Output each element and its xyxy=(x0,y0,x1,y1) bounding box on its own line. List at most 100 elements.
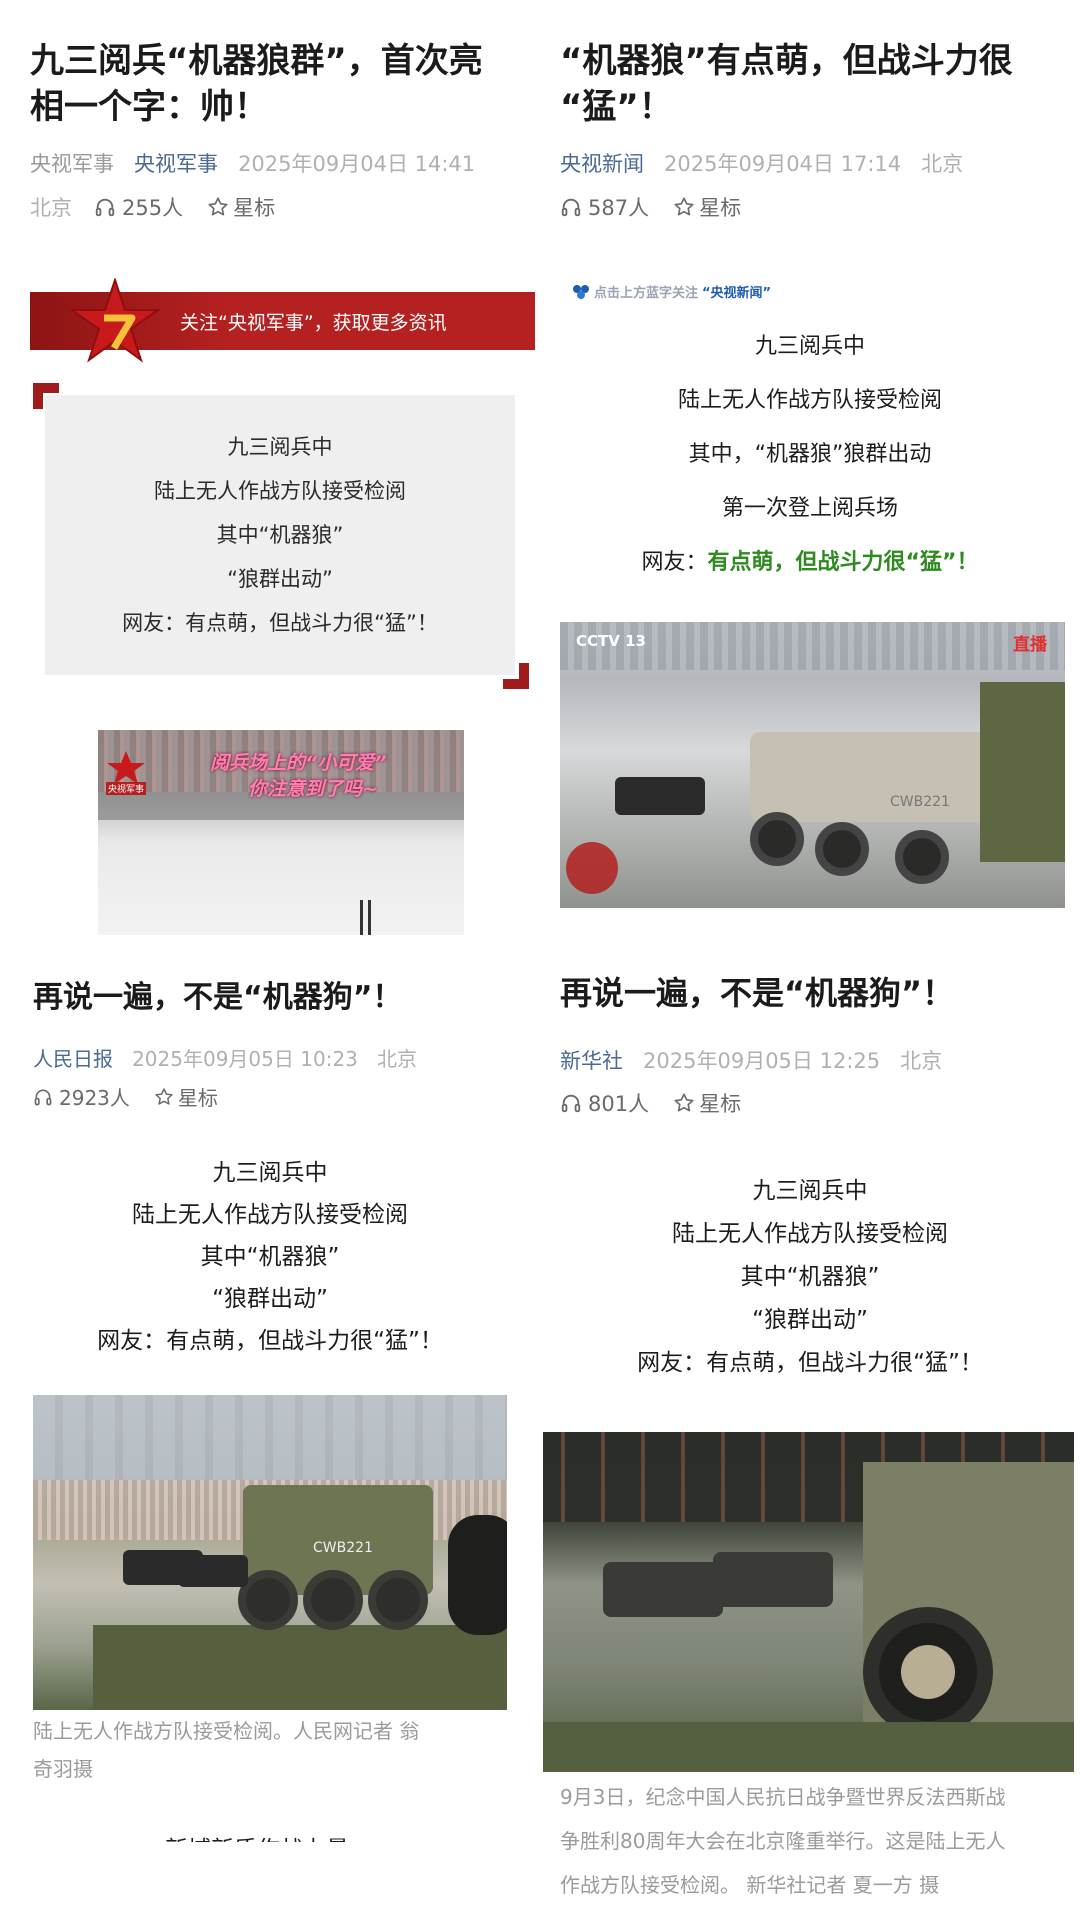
article-meta-row2: 587人 星标 xyxy=(560,192,741,222)
body-line: “狼群出动” xyxy=(752,1307,868,1333)
body-line: 网友：有点萌，但战斗力很“猛”！ xyxy=(97,1328,443,1354)
follow-prefix: 点击上方蓝字关注 xyxy=(594,286,699,301)
live-badge: 直播 xyxy=(1013,635,1047,655)
article-title[interactable]: 再说一遍，不是“机器狗”！ xyxy=(560,970,1060,1016)
location: 北京 xyxy=(900,1049,943,1073)
video-thumbnail[interactable]: CCTV 13 直播 CWB221 xyxy=(560,622,1065,908)
truck-tire xyxy=(448,1515,507,1635)
publish-time: 2025年09月04日 17:14 xyxy=(664,152,902,176)
quote-line: 网友：有点萌，但战斗力很“猛”！ xyxy=(122,611,438,635)
quote-lines: 九三阅兵中 陆上无人作战方队接受检阅 其中“机器狼” “狼群出动” 网友：有点萌… xyxy=(45,425,515,645)
anniversary-badge xyxy=(566,842,618,894)
star-label: 星标 xyxy=(699,1092,742,1116)
article-meta-row2: 北京 255人 星标 xyxy=(30,192,275,222)
listen-count: 2923人 xyxy=(59,1086,130,1110)
headphones-icon[interactable] xyxy=(33,1087,53,1107)
article-meta-row2: 801人 星标 xyxy=(560,1088,741,1118)
article-title[interactable]: 再说一遍，不是“机器狗”！ xyxy=(33,975,513,1021)
article-meta: 央视新闻 2025年09月04日 17:14 北京 xyxy=(560,148,963,178)
left-column: 九三阅兵“机器狼群”，首次亮 相一个字：帅！ 央视军事 央视军事 2025年09… xyxy=(0,0,540,1920)
star-button[interactable]: 星标 xyxy=(673,192,741,222)
star-outline-icon xyxy=(673,196,695,218)
article-body: 九三阅兵中 陆上无人作战方队接受检阅 其中，“机器狼”狼群出动 第一次登上阅兵场… xyxy=(560,320,1060,590)
body-line: 其中“机器狼” xyxy=(200,1244,340,1270)
body-line: 陆上无人作战方队接受检阅 xyxy=(132,1202,408,1228)
star-label: 星标 xyxy=(699,196,742,220)
body-line: 第一次登上阅兵场 xyxy=(721,496,898,521)
headphones-icon[interactable] xyxy=(560,1092,582,1114)
body-line: 其中“机器狼” xyxy=(740,1264,880,1290)
account-link[interactable]: 央视军事 xyxy=(134,152,218,176)
article-photo[interactable] xyxy=(543,1432,1074,1772)
listen-count: 801人 xyxy=(588,1092,650,1116)
robot-wolf xyxy=(178,1555,248,1587)
headphones-icon[interactable] xyxy=(94,196,116,218)
video-overlay-line1: 阅兵场上的“小可爱” xyxy=(210,752,387,774)
quote-line: 陆上无人作战方队接受检阅 xyxy=(154,479,406,503)
star-button[interactable]: 星标 xyxy=(673,1088,741,1118)
wheel xyxy=(750,812,804,866)
listen-count: 587人 xyxy=(588,196,650,220)
cctv-military-logo: 央视军事 xyxy=(106,750,154,798)
article-meta-row2: 2923人 星标 xyxy=(33,1082,218,1111)
location: 北京 xyxy=(30,196,72,220)
follow-hint[interactable]: 点击上方蓝字关注 “央视新闻” xyxy=(572,282,771,301)
publish-time: 2025年09月05日 12:25 xyxy=(643,1049,881,1073)
vehicle-row xyxy=(980,682,1065,862)
vehicle-label: CWB221 xyxy=(313,1540,373,1556)
photo-caption: 9月3日，纪念中国人民抗日战争暨世界反法西斯战 争胜利80周年大会在北京隆重举行… xyxy=(560,1785,1006,1897)
quote-box: 九三阅兵中 陆上无人作战方队接受检阅 其中“机器狼” “狼群出动” 网友：有点萌… xyxy=(45,395,515,675)
star-button[interactable]: 星标 xyxy=(154,1082,218,1111)
body-line-netizen: 网友：有点萌，但战斗力很“猛”！ xyxy=(641,550,979,575)
follow-banner[interactable]: 关注“央视军事”，获取更多资讯 xyxy=(30,276,535,363)
right-column: “机器狼”有点萌，但战斗力很 “猛”！ 央视新闻 2025年09月04日 17:… xyxy=(540,0,1080,1920)
cut-off-heading: 新域新质作战力量 xyxy=(165,1830,349,1842)
pole xyxy=(360,900,363,935)
body-line: 陆上无人作战方队接受检阅 xyxy=(677,388,942,413)
article-body: 九三阅兵中 陆上无人作战方队接受检阅 其中“机器狼” “狼群出动” 网友：有点萌… xyxy=(560,1170,1060,1385)
star-outline-icon xyxy=(673,1092,695,1114)
channel-logo: CCTV 13 xyxy=(576,632,646,650)
article-meta: 央视军事 央视军事 2025年09月04日 14:41 xyxy=(30,148,475,178)
body-line: 九三阅兵中 xyxy=(212,1160,328,1186)
corner-decoration xyxy=(503,663,529,689)
wheel xyxy=(303,1570,363,1630)
robot-wolf xyxy=(615,777,705,815)
listen-count: 255人 xyxy=(122,196,184,220)
robot-wolf xyxy=(713,1552,833,1607)
article-title[interactable]: “机器狼”有点萌，但战斗力很 “猛”！ xyxy=(560,38,1070,130)
wheel xyxy=(815,822,869,876)
body-line: 九三阅兵中 xyxy=(754,334,865,359)
publish-time: 2025年09月05日 10:23 xyxy=(132,1047,358,1071)
source-name[interactable]: 新华社 xyxy=(560,1049,623,1073)
netizen-comment: 有点萌，但战斗力很“猛”！ xyxy=(707,550,979,575)
buildings-background xyxy=(33,1395,507,1480)
source-name[interactable]: 人民日报 xyxy=(33,1047,113,1071)
account-link[interactable]: 央视新闻 xyxy=(560,152,644,176)
wheel xyxy=(863,1607,993,1737)
photo-caption: 陆上无人作战方队接受检阅。人民网记者 翁 奇羽摄 xyxy=(33,1719,420,1781)
video-logo-text: 央视军事 xyxy=(106,782,147,795)
quote-line: “狼群出动” xyxy=(227,567,333,591)
star-label: 星标 xyxy=(233,196,276,220)
robot-wolf xyxy=(603,1562,723,1617)
wheel-hub xyxy=(901,1645,955,1699)
publish-time: 2025年09月04日 14:41 xyxy=(238,152,476,176)
star-button[interactable]: 星标 xyxy=(207,192,275,222)
headphones-icon[interactable] xyxy=(560,196,582,218)
video-thumbnail[interactable]: 央视军事 阅兵场上的“小可爱” 你注意到了吗~ xyxy=(98,730,464,935)
follow-account[interactable]: “央视新闻” xyxy=(702,282,771,301)
truck-bed xyxy=(543,1722,1074,1772)
body-line: 网友：有点萌，但战斗力很“猛”！ xyxy=(637,1350,983,1376)
truck-bed xyxy=(93,1625,507,1710)
vehicle-label: CWB221 xyxy=(890,794,950,810)
star-outline-icon xyxy=(207,196,229,218)
body-line: 陆上无人作战方队接受检阅 xyxy=(672,1221,948,1247)
location: 北京 xyxy=(921,152,964,176)
pole xyxy=(368,900,371,935)
article-title[interactable]: 九三阅兵“机器狼群”，首次亮 相一个字：帅！ xyxy=(30,38,530,130)
cctv-logo-icon xyxy=(572,284,590,300)
article-photo[interactable]: CWB221 xyxy=(33,1395,507,1710)
location: 北京 xyxy=(376,1047,417,1071)
video-overlay-line2: 你注意到了吗~ xyxy=(248,778,378,800)
